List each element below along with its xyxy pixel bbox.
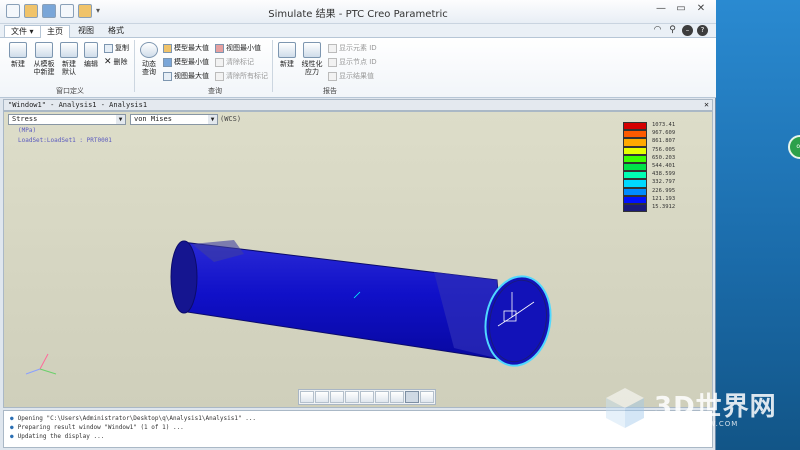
spin-center-icon[interactable] (375, 391, 389, 403)
tab-file[interactable]: 文件 ▾ (4, 25, 41, 38)
default-window-icon (60, 42, 78, 58)
orientation-icon[interactable] (390, 391, 404, 403)
remove-marks-icon (215, 57, 224, 67)
show-element-id-button[interactable]: 显示元素 ID (328, 43, 377, 53)
group-separator (272, 40, 273, 92)
template-icon (35, 42, 53, 58)
delete-button[interactable]: ✕ 删除 (104, 57, 128, 67)
element-id-icon (328, 43, 337, 53)
query-icon (140, 42, 158, 58)
ribbon: 新建 从模板 中新建 新建 默认 编辑 复制 ✕ 删除 窗口定义 动态 查询 模型… (0, 38, 716, 98)
new-window-icon (9, 42, 27, 58)
new-default-button[interactable]: 新建 默认 (58, 42, 80, 76)
new-from-template-button[interactable]: 从模板 中新建 (32, 42, 56, 76)
copy-button[interactable]: 复制 (104, 43, 129, 53)
watermark: 3D世界网 WWW.3DSJW.COM (600, 382, 800, 442)
title-bar: ▾ Simulate 结果 - PTC Creo Parametric — ▭ … (0, 0, 716, 24)
dynamic-query-button[interactable]: 动态 查询 (138, 42, 160, 76)
cylinder-model[interactable] (170, 240, 557, 371)
close-button[interactable]: ✕ (692, 3, 710, 17)
saved-views-icon[interactable] (360, 391, 374, 403)
view-max-button[interactable]: 视图最大值 (163, 71, 209, 81)
zoom-in-icon[interactable] (315, 391, 329, 403)
window-title: Simulate 结果 - PTC Creo Parametric (268, 9, 448, 20)
show-result-value-button[interactable]: 显示结果值 (328, 71, 374, 81)
show-node-id-button[interactable]: 显示节点 ID (328, 57, 377, 67)
result-value-icon (328, 71, 337, 81)
max-icon (163, 43, 172, 53)
remove-marks-button[interactable]: 清除标记 (215, 57, 254, 67)
watermark-text: 3D世界网 (654, 392, 777, 422)
group-label-window-definition: 窗口定义 (56, 87, 84, 95)
min-icon (163, 57, 172, 67)
window-controls: — ▭ ✕ (652, 3, 710, 17)
axis-triad-icon (25, 353, 57, 375)
delete-icon: ✕ (104, 57, 112, 67)
model-min-button[interactable]: 模型最小值 (163, 57, 209, 67)
settings-icon[interactable]: – (682, 25, 693, 36)
zoom-out-icon[interactable] (330, 391, 344, 403)
copy-icon (104, 43, 113, 53)
ribbon-tabs: 文件 ▾ 主页 视图 格式 ◠ ⚲ – ? (0, 24, 716, 38)
remove-all-marks-button[interactable]: 清除所有标记 (215, 71, 268, 81)
watermark-cube-icon (606, 388, 644, 428)
maximize-button[interactable]: ▭ (672, 3, 690, 17)
datum-display-icon[interactable] (420, 391, 434, 403)
group-label-report: 报告 (323, 87, 337, 95)
tab-view[interactable]: 视图 (72, 25, 100, 38)
model-max-button[interactable]: 模型最大值 (163, 43, 209, 53)
ribbon-collapse-icon[interactable]: ◠ (652, 25, 663, 36)
node-id-icon (328, 57, 337, 67)
remove-all-marks-icon (215, 71, 224, 81)
view-min-icon (215, 43, 224, 53)
search-icon[interactable]: ⚲ (667, 25, 678, 36)
help-icons: ◠ ⚲ – ? (652, 25, 708, 36)
display-style-icon[interactable] (405, 391, 419, 403)
repaint-icon[interactable] (345, 391, 359, 403)
linearized-stress-button[interactable]: 线性化 应力 (300, 42, 324, 76)
edit-button[interactable]: 编辑 (82, 42, 100, 68)
pencil-icon (84, 42, 98, 58)
graphics-window-header: "Window1" - Analysis1 - Analysis1 ✕ (3, 99, 713, 111)
new-window-button[interactable]: 新建 (6, 42, 30, 68)
tab-home[interactable]: 主页 (40, 25, 70, 38)
group-label-query: 查询 (208, 87, 222, 95)
graphics-area[interactable]: Stress ▼ von Mises ▼ (WCS) (MPa) LoadSet:L… (3, 111, 713, 408)
tab-format[interactable]: 格式 (102, 25, 130, 38)
refit-icon[interactable] (300, 391, 314, 403)
new-report-button[interactable]: 新建 (276, 42, 298, 68)
view-min-button[interactable]: 视图最小值 (215, 43, 261, 53)
table-icon (303, 42, 321, 58)
watermark-url: WWW.3DSJW.COM (662, 420, 739, 428)
minimize-button[interactable]: — (652, 3, 670, 17)
group-separator (134, 40, 135, 92)
help-icon[interactable]: ? (697, 25, 708, 36)
model-viewport (25, 240, 557, 375)
graphics-close-icon[interactable]: ✕ (704, 100, 709, 110)
view-max-icon (163, 71, 172, 81)
view-toolbar (298, 389, 436, 405)
ruler-icon (278, 42, 296, 58)
